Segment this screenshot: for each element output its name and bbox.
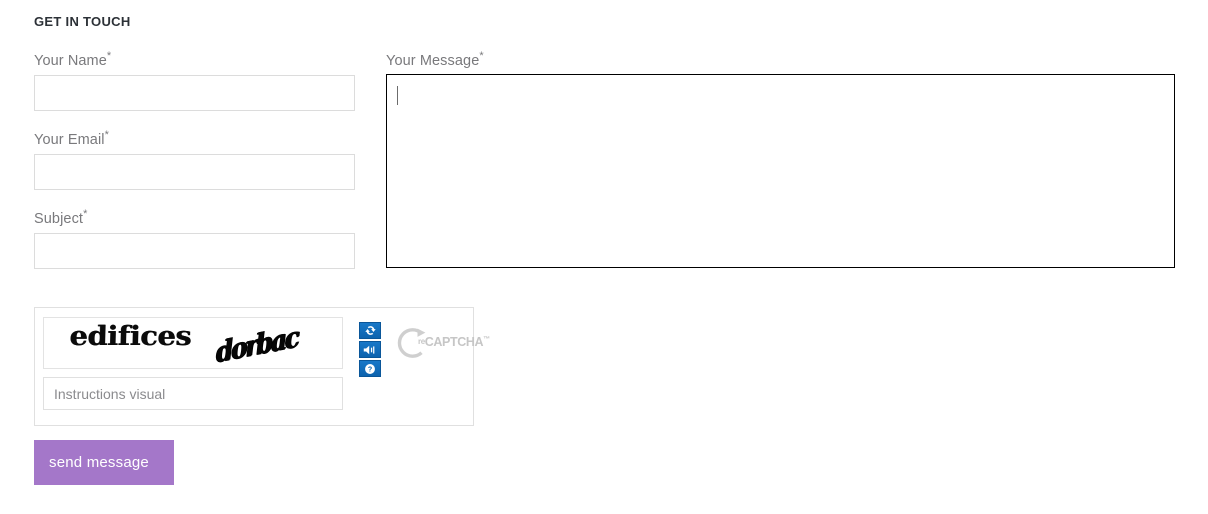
required-marker: * — [83, 208, 88, 221]
help-icon[interactable]: ? — [359, 360, 381, 377]
captcha-controls: ? — [359, 322, 381, 379]
recaptcha-prefix: re — [418, 337, 425, 346]
name-input[interactable] — [34, 75, 355, 111]
recaptcha-widget: edifices dorbac ? reCAPTCHA™ Instruction… — [34, 307, 490, 426]
captcha-answer-input[interactable] — [43, 377, 343, 410]
captcha-word-secondary: dorbac — [215, 320, 299, 369]
recaptcha-name: CAPTCHA — [424, 335, 484, 349]
captcha-word-primary: edifices — [69, 320, 192, 352]
email-input[interactable] — [34, 154, 355, 190]
email-label: Your Email* — [34, 129, 109, 148]
contact-form: GET IN TOUCH Your Name* Your Email* Subj… — [0, 0, 1208, 514]
captcha-challenge-image: edifices dorbac — [43, 317, 343, 369]
audio-icon[interactable] — [359, 341, 381, 358]
required-marker: * — [106, 50, 112, 63]
message-label-text: Your Message — [386, 53, 480, 69]
required-marker: * — [479, 50, 484, 63]
svg-text:?: ? — [368, 365, 372, 373]
name-label: Your Name* — [34, 50, 112, 69]
message-label: Your Message* — [386, 50, 484, 69]
required-marker: * — [104, 129, 109, 142]
recaptcha-logo: reCAPTCHA™ — [396, 326, 490, 360]
page-title: GET IN TOUCH — [34, 14, 131, 29]
subject-label-text: Subject — [34, 211, 84, 227]
trademark-symbol: ™ — [483, 336, 490, 343]
refresh-icon[interactable] — [359, 322, 381, 339]
message-textarea[interactable] — [386, 74, 1175, 268]
name-label-text: Your Name — [34, 53, 107, 69]
recaptcha-wordmark: reCAPTCHA™ — [418, 335, 490, 349]
send-message-button[interactable]: send message — [34, 440, 174, 485]
email-label-text: Your Email — [34, 132, 105, 148]
subject-label: Subject* — [34, 208, 88, 227]
text-cursor — [397, 86, 398, 105]
subject-input[interactable] — [34, 233, 355, 269]
